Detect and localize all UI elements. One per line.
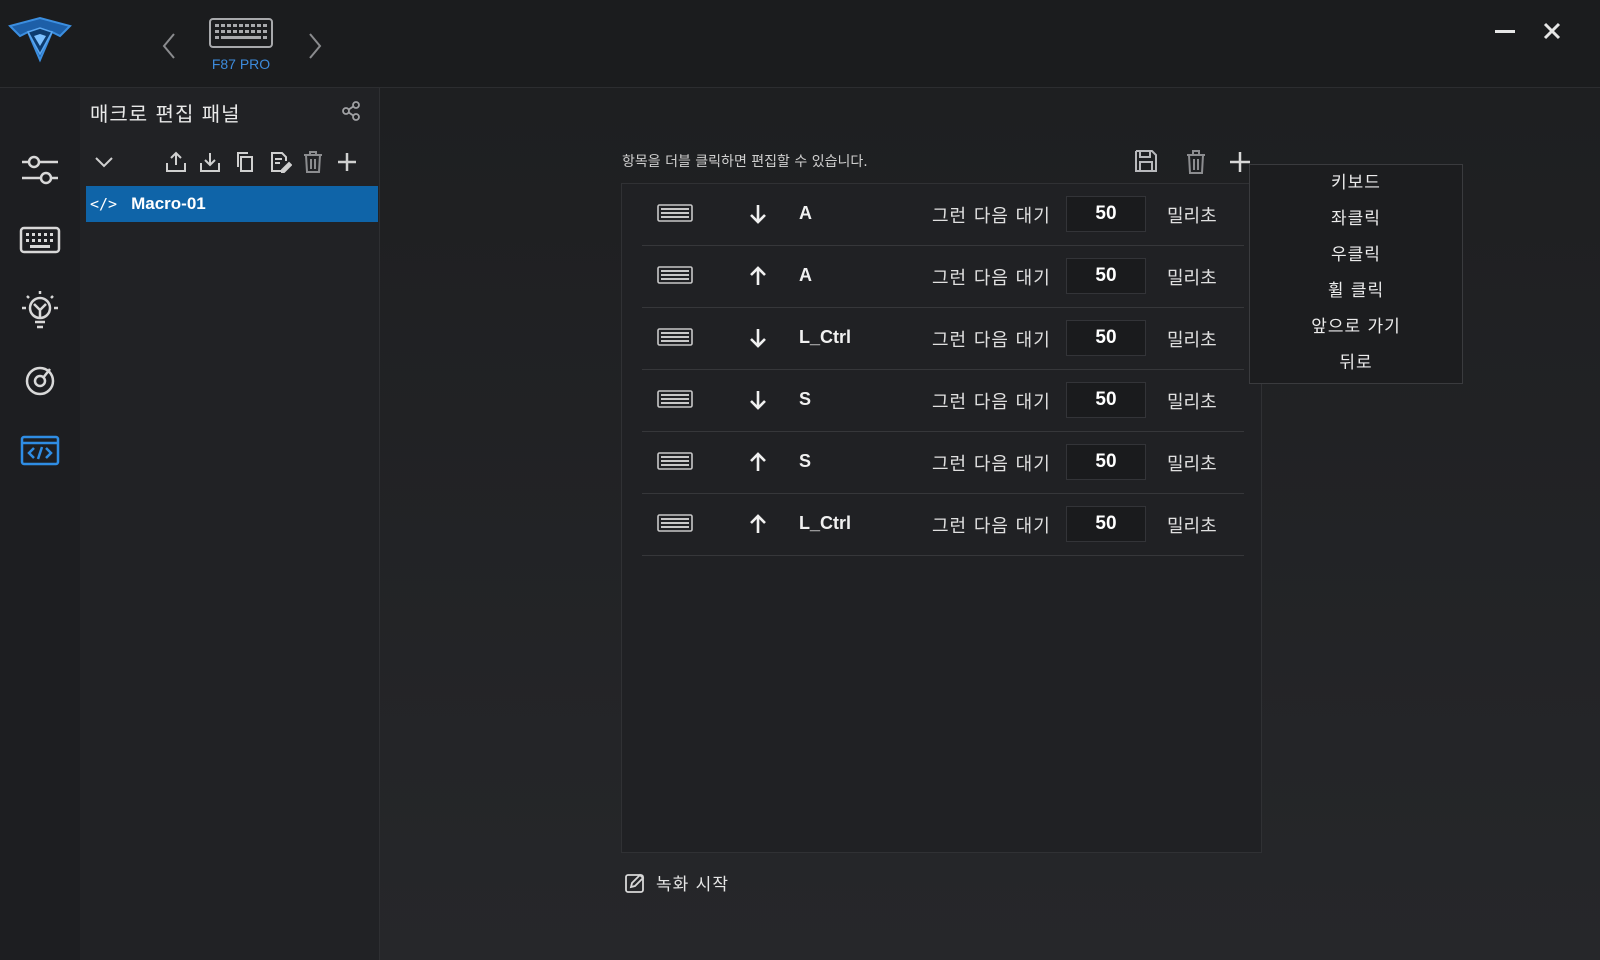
share-button[interactable] <box>340 100 362 122</box>
device-name: F87 PRO <box>211 56 271 72</box>
keyboard-icon <box>657 452 693 470</box>
start-recording-button[interactable]: 녹화 시작 <box>624 870 729 895</box>
macro-step-row[interactable]: L_Ctrl 그런 다음 대기 50 밀리초 <box>642 308 1244 370</box>
step-delay-unit: 밀리초 <box>1167 206 1217 227</box>
import-button[interactable] <box>198 150 222 174</box>
step-delay-field[interactable]: 50 <box>1066 506 1146 542</box>
macro-step-row[interactable]: L_Ctrl 그런 다음 대기 50 밀리초 <box>642 494 1244 556</box>
logo-icon <box>8 16 72 63</box>
macro-edit-panel: 매크로 편집 패널 </> Macro-01 <box>80 88 380 960</box>
arrow-down-icon <box>750 329 766 348</box>
step-wait-label: 그런 다음 대기 <box>932 392 1051 413</box>
step-key: L_Ctrl <box>799 513 852 533</box>
arrow-down-icon <box>750 205 766 224</box>
keyboard-icon <box>657 514 693 532</box>
arrow-down-icon <box>750 391 766 410</box>
menu-item-keyboard[interactable]: 키보드 <box>1250 165 1462 201</box>
arrow-up-icon <box>750 452 766 471</box>
add-macro-button[interactable] <box>335 150 359 174</box>
macro-name: Macro-01 <box>131 194 206 213</box>
collapse-button[interactable] <box>92 150 116 174</box>
step-wait-label: 그런 다음 대기 <box>932 454 1051 475</box>
record-label: 녹화 시작 <box>656 875 729 895</box>
step-delay-unit: 밀리초 <box>1167 516 1217 537</box>
keyboard-icon[interactable] <box>18 218 62 262</box>
performance-icon[interactable] <box>18 358 62 402</box>
step-delay-unit: 밀리초 <box>1167 454 1217 475</box>
sliders-icon[interactable] <box>18 148 62 192</box>
step-wait-label: 그런 다음 대기 <box>932 330 1051 351</box>
step-delay-unit: 밀리초 <box>1167 392 1217 413</box>
step-wait-label: 그런 다음 대기 <box>932 206 1051 227</box>
copy-button[interactable] <box>233 150 257 174</box>
step-key: A <box>799 265 812 285</box>
next-device-button[interactable] <box>302 30 326 62</box>
macro-step-row[interactable]: S 그런 다음 대기 50 밀리초 <box>642 370 1244 432</box>
step-key: S <box>799 451 812 471</box>
menu-item-left-click[interactable]: 좌클릭 <box>1250 201 1462 237</box>
step-delay-field[interactable]: 50 <box>1066 258 1146 294</box>
main-navigation <box>0 88 80 960</box>
step-key: L_Ctrl <box>799 327 852 347</box>
keyboard-icon <box>209 18 273 48</box>
step-key: A <box>799 203 812 223</box>
add-step-menu: 키보드 좌클릭 우클릭 휠 클릭 앞으로 가기 뒤로 <box>1249 164 1463 384</box>
minimize-button[interactable] <box>1494 26 1516 36</box>
macro-icon[interactable] <box>18 428 62 472</box>
menu-item-forward[interactable]: 앞으로 가기 <box>1250 309 1462 345</box>
step-key: S <box>799 389 812 409</box>
keyboard-icon <box>657 204 693 222</box>
device-selector[interactable]: F87 PRO <box>205 18 277 72</box>
macro-step-row[interactable]: S 그런 다음 대기 50 밀리초 <box>642 432 1244 494</box>
macro-list-item[interactable]: </> Macro-01 <box>86 186 378 222</box>
lightbulb-icon[interactable] <box>18 288 62 332</box>
macro-step-row[interactable]: A 그런 다음 대기 50 밀리초 <box>642 184 1244 246</box>
save-button[interactable] <box>1133 148 1159 174</box>
arrow-up-icon <box>750 266 766 285</box>
menu-item-back[interactable]: 뒤로 <box>1250 345 1462 381</box>
export-button[interactable] <box>164 150 188 174</box>
panel-title: 매크로 편집 패널 <box>90 102 241 126</box>
step-delay-field[interactable]: 50 <box>1066 444 1146 480</box>
macro-step-list: A 그런 다음 대기 50 밀리초 A 그런 다음 대기 50 밀리초 L_Ct… <box>621 183 1262 853</box>
previous-device-button[interactable] <box>158 30 182 62</box>
step-delay-field[interactable]: 50 <box>1066 196 1146 232</box>
keyboard-icon <box>657 266 693 284</box>
step-delay-field[interactable]: 50 <box>1066 382 1146 418</box>
macro-step-row[interactable]: A 그런 다음 대기 50 밀리초 <box>642 246 1244 308</box>
menu-item-right-click[interactable]: 우클릭 <box>1250 237 1462 273</box>
delete-step-button[interactable] <box>1184 149 1208 175</box>
keyboard-icon <box>657 390 693 408</box>
macro-toolbar <box>80 148 380 178</box>
app-window: F87 PRO 매크로 편집 패널 </> Macro-01 항목을 더블 클릭… <box>0 0 1600 960</box>
step-delay-unit: 밀리초 <box>1167 268 1217 289</box>
edit-hint: 항목을 더블 클릭하면 편집할 수 있습니다. <box>622 154 868 170</box>
step-delay-unit: 밀리초 <box>1167 330 1217 351</box>
keyboard-icon <box>657 328 693 346</box>
menu-item-wheel-click[interactable]: 휠 클릭 <box>1250 273 1462 309</box>
step-delay-field[interactable]: 50 <box>1066 320 1146 356</box>
code-icon: </> <box>90 195 118 213</box>
title-bar: F87 PRO <box>0 0 1600 88</box>
arrow-up-icon <box>750 514 766 533</box>
delete-macro-button[interactable] <box>301 150 325 174</box>
edit-icon <box>625 873 645 893</box>
close-button[interactable] <box>1541 20 1563 42</box>
step-wait-label: 그런 다음 대기 <box>932 268 1051 289</box>
step-wait-label: 그런 다음 대기 <box>932 516 1051 537</box>
rename-button[interactable] <box>268 150 292 174</box>
